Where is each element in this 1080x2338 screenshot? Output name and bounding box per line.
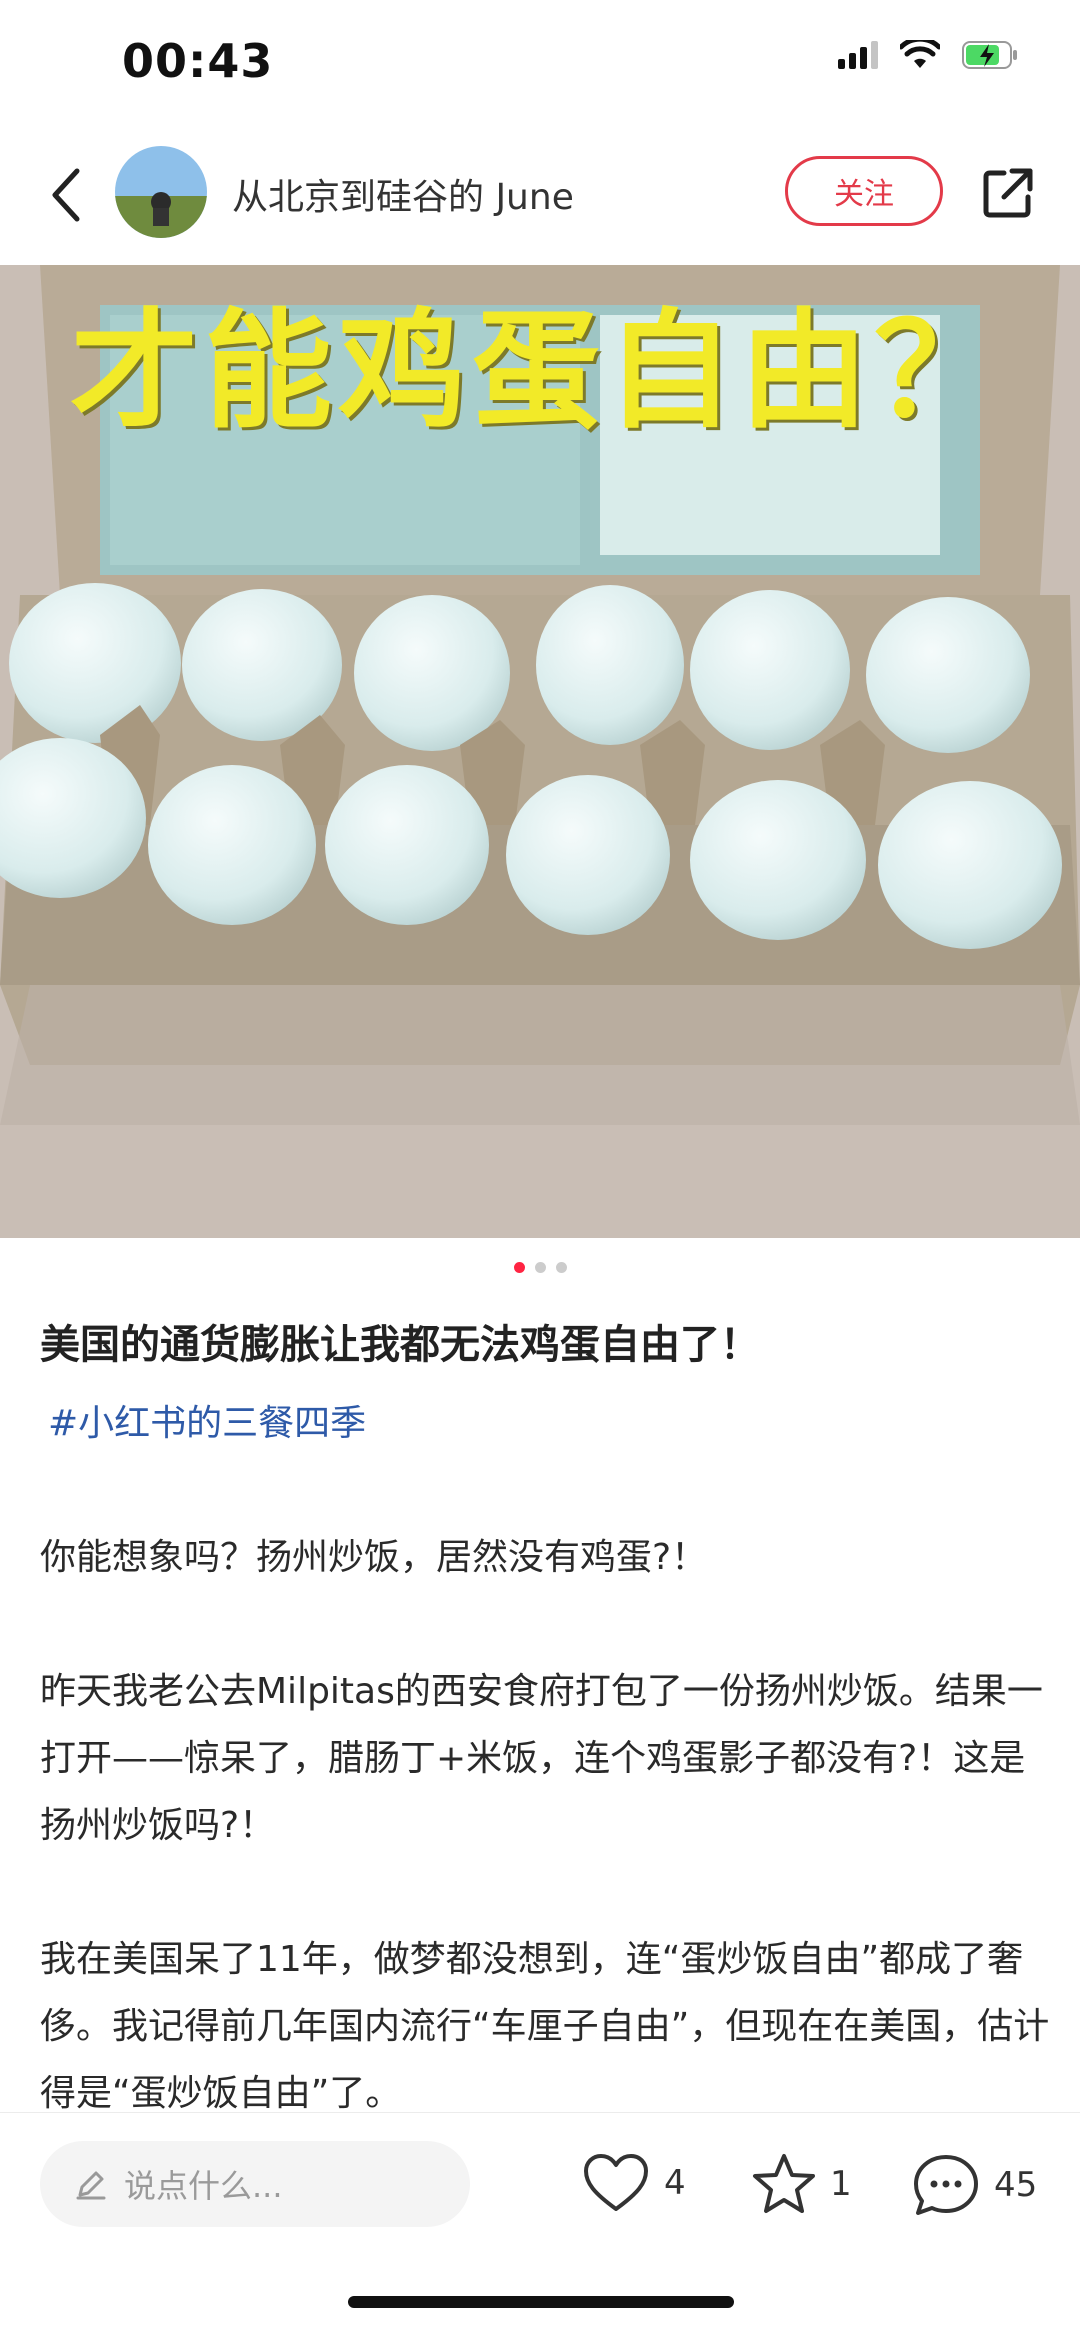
avatar[interactable] <box>115 146 207 238</box>
chevron-left-icon <box>52 168 80 222</box>
comment-placeholder: 说点什么... <box>124 2167 283 2205</box>
status-time: 00:43 <box>122 34 274 88</box>
favorite-count: 1 <box>830 2164 852 2204</box>
carousel-dot-active <box>513 1262 525 1273</box>
share-icon <box>983 168 1033 218</box>
body-paragraph: 你能想象吗？扬州炒饭，居然没有鸡蛋?！ <box>40 1537 708 1578</box>
comment-count: 45 <box>994 2165 1038 2205</box>
post-photo[interactable]: 才能鸡蛋自由？ <box>0 265 1080 1238</box>
author-name[interactable]: 从北京到硅谷的 June <box>232 168 574 220</box>
carousel-indicator <box>0 1262 1080 1273</box>
cellular-signal-icon <box>838 41 878 69</box>
favorite-button[interactable]: 1 <box>752 2153 852 2215</box>
battery-charging-icon <box>962 41 1017 69</box>
body-paragraph: 我在美国呆了11年，做梦都没想到，连“蛋炒饭自由”都成了奢侈。我记得前几年国内流… <box>40 1939 1050 2114</box>
pencil-icon <box>76 2171 106 2200</box>
topic-tag[interactable]: #小红书的三餐四季 <box>48 1394 366 1446</box>
share-button[interactable] <box>975 160 1041 226</box>
carousel-dot <box>534 1262 546 1273</box>
post-title: 美国的通货膨胀让我都无法鸡蛋自由了！ <box>40 1322 760 1368</box>
comment-input[interactable]: 说点什么... <box>40 2141 470 2227</box>
follow-button[interactable]: 关注 <box>785 156 943 226</box>
post-header: 从北京到硅谷的 June 关注 <box>0 130 1080 265</box>
star-icon <box>753 2154 815 2213</box>
like-button[interactable]: 4 <box>582 2153 686 2213</box>
home-indicator[interactable] <box>348 2296 734 2308</box>
status-icons <box>838 40 1018 70</box>
back-button[interactable] <box>36 160 96 230</box>
like-count: 4 <box>664 2163 686 2203</box>
chat-bubble-icon <box>914 2155 978 2215</box>
photo-caption: 才能鸡蛋自由？ <box>70 297 1009 446</box>
heart-icon <box>584 2154 648 2211</box>
carousel-dot <box>555 1262 567 1273</box>
post-body: 你能想象吗？扬州炒饭，居然没有鸡蛋?！ 昨天我老公去Milpitas的西安食府打… <box>40 1524 1050 2127</box>
wifi-icon <box>900 40 940 68</box>
status-bar: 00:43 <box>0 0 1080 130</box>
comment-button[interactable]: 45 <box>912 2153 1037 2217</box>
body-paragraph: 昨天我老公去Milpitas的西安食府打包了一份扬州炒饭。结果一打开——惊呆了，… <box>40 1671 1043 1846</box>
